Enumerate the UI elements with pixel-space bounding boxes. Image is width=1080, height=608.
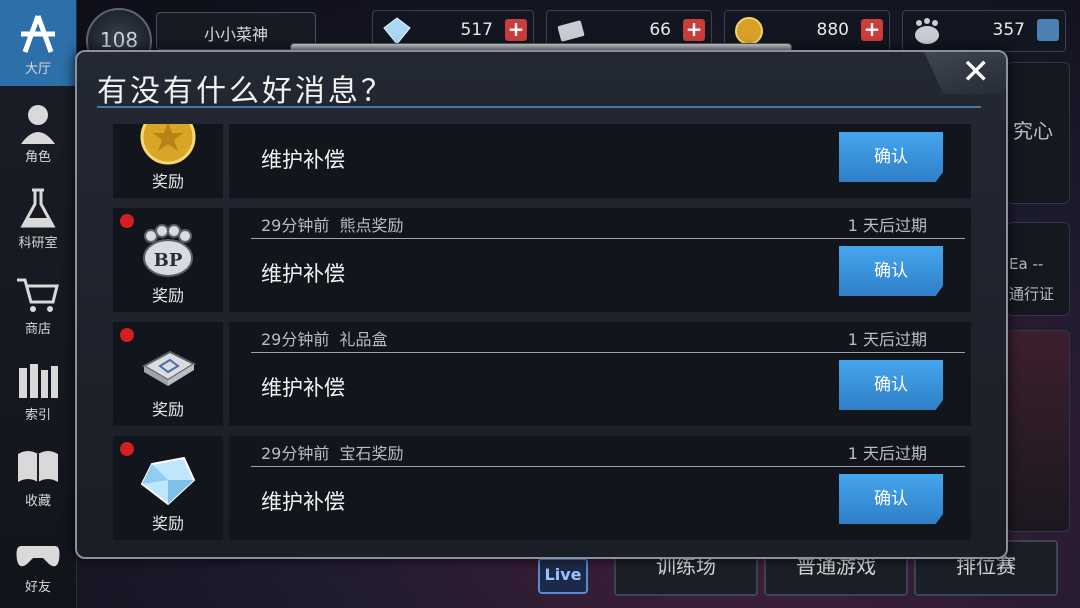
message-body: 29分钟前 熊点奖励 1 天后过期 维护补偿 确认 bbox=[229, 208, 971, 312]
message-text: 维护补偿 bbox=[261, 148, 345, 172]
message-meta: 29分钟前 礼品盒 bbox=[261, 326, 388, 350]
book-icon bbox=[18, 451, 58, 482]
background-panel-pass[interactable]: Ea -- 通行证 bbox=[1006, 222, 1070, 316]
reward-box: 奖励 bbox=[113, 124, 223, 198]
message-text: 维护补偿 bbox=[261, 262, 345, 286]
meta-divider bbox=[251, 352, 965, 353]
sidebar-item-character[interactable]: 角色 bbox=[0, 88, 76, 174]
message-expire: 1 天后过期 bbox=[847, 444, 927, 463]
close-icon: ✕ bbox=[961, 52, 991, 92]
lobby-star-icon bbox=[21, 15, 55, 53]
sidebar-item-label: 大厅 bbox=[24, 62, 51, 77]
resource-value: 357 bbox=[992, 20, 1025, 40]
add-cards-button[interactable]: + bbox=[683, 19, 705, 41]
message-list[interactable]: 奖励 维护补偿 确认 BP 奖励 29分钟前 熊点奖励 1 天后过期 维护补偿 … bbox=[113, 124, 971, 544]
message-item: 奖励 维护补偿 确认 bbox=[113, 124, 971, 198]
reward-label: 奖励 bbox=[151, 286, 184, 305]
add-gems-button[interactable]: + bbox=[505, 19, 527, 41]
bp-icon bbox=[915, 18, 939, 44]
confirm-button[interactable]: 确认 bbox=[839, 132, 943, 182]
message-time: 29分钟前 bbox=[261, 444, 330, 463]
message-type: 礼品盒 bbox=[339, 330, 388, 349]
reward-label: 奖励 bbox=[151, 172, 184, 191]
svg-text:BP: BP bbox=[154, 250, 183, 271]
background-text: 通行证 bbox=[1009, 285, 1055, 303]
sidebar-item-label: 科研室 bbox=[18, 236, 58, 251]
close-button[interactable]: ✕ bbox=[924, 52, 1006, 94]
reward-box: 奖励 bbox=[113, 322, 223, 426]
message-time: 29分钟前 bbox=[261, 330, 330, 349]
unread-dot bbox=[120, 328, 134, 342]
player-level: 108 bbox=[99, 28, 139, 52]
message-meta: 29分钟前 宝石奖励 bbox=[261, 440, 404, 464]
books-icon bbox=[19, 364, 58, 398]
sidebar-item-label: 索引 bbox=[24, 408, 51, 423]
confirm-button[interactable]: 确认 bbox=[839, 246, 943, 296]
sidebar-item-label: 商店 bbox=[24, 322, 51, 337]
live-button[interactable]: Live bbox=[538, 558, 588, 594]
sidebar-item-index[interactable]: 索引 bbox=[0, 346, 76, 432]
gamepad-icon bbox=[16, 546, 60, 567]
diamond-icon bbox=[140, 456, 196, 506]
cart-icon bbox=[17, 278, 59, 312]
confirm-button[interactable]: 确认 bbox=[839, 360, 943, 410]
meta-divider bbox=[251, 466, 965, 467]
sidebar-item-shop[interactable]: 商店 bbox=[0, 260, 76, 346]
title-divider bbox=[97, 106, 981, 108]
player-name: 小小菜神 bbox=[203, 25, 268, 44]
resource-value: 517 bbox=[460, 20, 493, 40]
reward-label: 奖励 bbox=[151, 514, 184, 533]
message-meta: 29分钟前 熊点奖励 bbox=[261, 212, 404, 236]
sidebar-item-label: 角色 bbox=[24, 150, 51, 165]
left-sidebar: 大厅 角色 科研室 商店 索引 收藏 好友 bbox=[0, 0, 77, 608]
flask-icon bbox=[20, 188, 56, 228]
message-item: 奖励 29分钟前 宝石奖励 1 天后过期 维护补偿 确认 bbox=[113, 436, 971, 540]
bp-exchange-button[interactable] bbox=[1037, 19, 1059, 41]
unread-dot bbox=[120, 442, 134, 456]
message-text: 维护补偿 bbox=[261, 490, 345, 514]
add-coins-button[interactable]: + bbox=[861, 19, 883, 41]
sidebar-item-lobby[interactable]: 大厅 bbox=[0, 0, 76, 86]
message-item: 奖励 29分钟前 礼品盒 1 天后过期 维护补偿 确认 bbox=[113, 322, 971, 426]
confirm-button[interactable]: 确认 bbox=[839, 474, 943, 524]
message-body: 29分钟前 礼品盒 1 天后过期 维护补偿 确认 bbox=[229, 322, 971, 426]
resource-value: 66 bbox=[649, 20, 671, 40]
bp-paw-icon: BP bbox=[143, 224, 193, 277]
message-type: 熊点奖励 bbox=[339, 216, 404, 235]
dialog-title: 有没有什么好消息？ bbox=[97, 74, 394, 109]
gold-coin-icon bbox=[140, 124, 196, 165]
message-expire: 1 天后过期 bbox=[847, 330, 927, 349]
background-character-art bbox=[1006, 330, 1070, 532]
sidebar-item-collection[interactable]: 收藏 bbox=[0, 432, 76, 518]
resource-bp: 357 bbox=[902, 10, 1066, 52]
sidebar-item-friends[interactable]: 好友 bbox=[0, 518, 76, 604]
message-text: 维护补偿 bbox=[261, 376, 345, 400]
reward-box: BP 奖励 bbox=[113, 208, 223, 312]
background-text: 究心 bbox=[1013, 119, 1053, 143]
message-time: 29分钟前 bbox=[261, 216, 330, 235]
background-panel-research[interactable]: 究心 bbox=[1006, 62, 1070, 204]
meta-divider bbox=[251, 238, 965, 239]
sidebar-item-label: 收藏 bbox=[24, 494, 51, 509]
messages-dialog: 有没有什么好消息？ ✕ 奖励 维护补偿 确认 BP 奖励 29分钟前 熊点奖励 … bbox=[75, 50, 1008, 559]
message-expire: 1 天后过期 bbox=[847, 216, 927, 235]
message-type: 宝石奖励 bbox=[339, 444, 404, 463]
character-icon bbox=[21, 105, 55, 144]
message-body: 维护补偿 确认 bbox=[229, 124, 971, 198]
sidebar-item-label: 好友 bbox=[24, 580, 51, 595]
gift-box-icon bbox=[141, 350, 197, 386]
message-item: BP 奖励 29分钟前 熊点奖励 1 天后过期 维护补偿 确认 bbox=[113, 208, 971, 312]
unread-dot bbox=[120, 214, 134, 228]
reward-box: 奖励 bbox=[113, 436, 223, 540]
reward-label: 奖励 bbox=[151, 400, 184, 419]
resource-value: 880 bbox=[816, 20, 849, 40]
sidebar-item-lab[interactable]: 科研室 bbox=[0, 174, 76, 260]
message-body: 29分钟前 宝石奖励 1 天后过期 维护补偿 确认 bbox=[229, 436, 971, 540]
background-text: Ea -- bbox=[1009, 255, 1044, 273]
